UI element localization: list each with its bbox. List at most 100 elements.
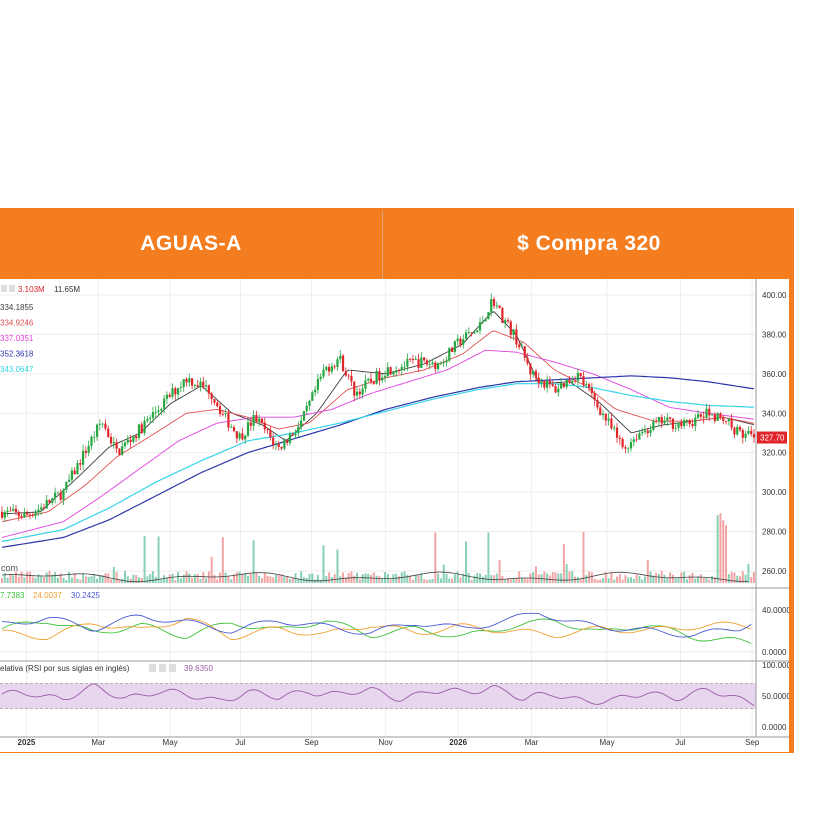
candle-body	[294, 433, 297, 436]
volume-bar	[453, 574, 456, 583]
candle-body	[174, 388, 177, 395]
candle-body	[437, 363, 440, 370]
volume-bar	[417, 575, 420, 583]
candle-body	[112, 442, 115, 444]
candle-body	[585, 384, 588, 385]
candle-body	[442, 362, 445, 364]
candle-body	[671, 418, 675, 429]
candle-body	[702, 416, 705, 418]
candle-body	[621, 438, 624, 448]
candle-body	[490, 299, 493, 313]
candle-body	[719, 413, 722, 418]
volume-bar	[54, 572, 57, 583]
candle-body	[42, 507, 46, 509]
candle-body	[291, 434, 294, 436]
volume-bar	[451, 578, 454, 583]
chart-svg: 400.00 380.00 360.00 340.00 320.00 300.00 280.…	[0, 279, 791, 747]
volume-bar	[526, 578, 529, 583]
candle-body	[576, 372, 579, 381]
moving-average-legend-value: 337.0351	[0, 334, 34, 343]
candle-body	[216, 402, 219, 407]
candle-body	[168, 394, 171, 397]
candle-body	[669, 417, 672, 419]
candle-body	[604, 413, 607, 421]
candle-body	[593, 393, 596, 401]
candle-body	[311, 392, 314, 401]
candle-body	[459, 338, 462, 345]
price-tick-label: 280.00	[762, 528, 787, 537]
candle-body	[263, 422, 266, 430]
candle-body	[722, 417, 725, 421]
volume-bar	[504, 579, 507, 583]
candle-body	[526, 357, 529, 364]
candle-body	[67, 479, 71, 482]
candle-body	[738, 426, 742, 430]
rsi-panel	[0, 683, 756, 709]
rsi-tick-label: 0.0000	[762, 723, 787, 732]
volume-bar	[191, 577, 194, 583]
candle-body	[252, 414, 255, 426]
candle-body	[674, 427, 677, 429]
candle-body	[353, 381, 356, 396]
candle-body	[683, 420, 686, 427]
candle-body	[224, 413, 227, 415]
volume-bar	[115, 571, 118, 583]
price-tick-label: 400.00	[762, 291, 787, 300]
volume-bar	[70, 577, 73, 583]
candle-body	[210, 393, 213, 400]
legend-toggle-icon	[9, 285, 15, 292]
volume-bar	[149, 574, 152, 583]
candle-body	[652, 421, 655, 430]
candle-body	[213, 399, 216, 403]
candle-body	[59, 492, 62, 500]
candle-body	[730, 418, 733, 428]
candle-body	[747, 430, 750, 434]
candle-body	[188, 378, 191, 383]
candle-body	[509, 321, 512, 335]
volume-bar	[582, 531, 585, 583]
legend-toggle-icon	[1, 285, 7, 292]
candle-body	[529, 363, 532, 375]
candle-body	[425, 360, 429, 365]
volume-bar	[17, 577, 20, 583]
candle-body	[12, 508, 15, 511]
candle-body	[51, 498, 54, 503]
price-tick-label: 360.00	[762, 370, 787, 379]
volume-bar	[481, 576, 484, 583]
volume-bar	[719, 513, 722, 583]
volume-bar	[311, 573, 314, 583]
candle-body	[523, 346, 526, 358]
volume-bar	[406, 574, 409, 583]
candle-body	[537, 377, 540, 384]
candle-body	[26, 512, 29, 515]
volume-bar	[140, 577, 143, 583]
candle-body	[73, 470, 76, 475]
candle-body	[260, 418, 264, 423]
volume-bar	[163, 575, 166, 583]
volume-bar	[82, 573, 85, 583]
candle-body	[48, 500, 51, 503]
volume-bar	[241, 574, 244, 583]
candle-body	[696, 414, 700, 418]
candle-body	[249, 422, 252, 426]
volume-bar	[1, 578, 3, 583]
dmi-panel	[1, 612, 752, 644]
volume-bar	[68, 571, 71, 583]
volume-bar	[456, 571, 459, 583]
candle-body	[232, 427, 236, 432]
volume-bar	[702, 578, 705, 583]
dmi-legend-value: 24.0037	[33, 591, 62, 600]
volume-bar	[646, 559, 649, 583]
candles	[0, 293, 756, 523]
volume-bar	[641, 579, 644, 583]
candle-body	[325, 366, 328, 370]
volume-bar	[31, 576, 34, 583]
candle-body	[627, 448, 630, 450]
volume-bar	[216, 579, 219, 583]
volume-bar	[666, 577, 669, 583]
candle-body	[744, 433, 747, 438]
volume-bar	[677, 577, 680, 583]
volume-bar	[579, 579, 582, 583]
legend-toggle-icon	[169, 664, 176, 672]
volume-bar	[624, 575, 627, 583]
